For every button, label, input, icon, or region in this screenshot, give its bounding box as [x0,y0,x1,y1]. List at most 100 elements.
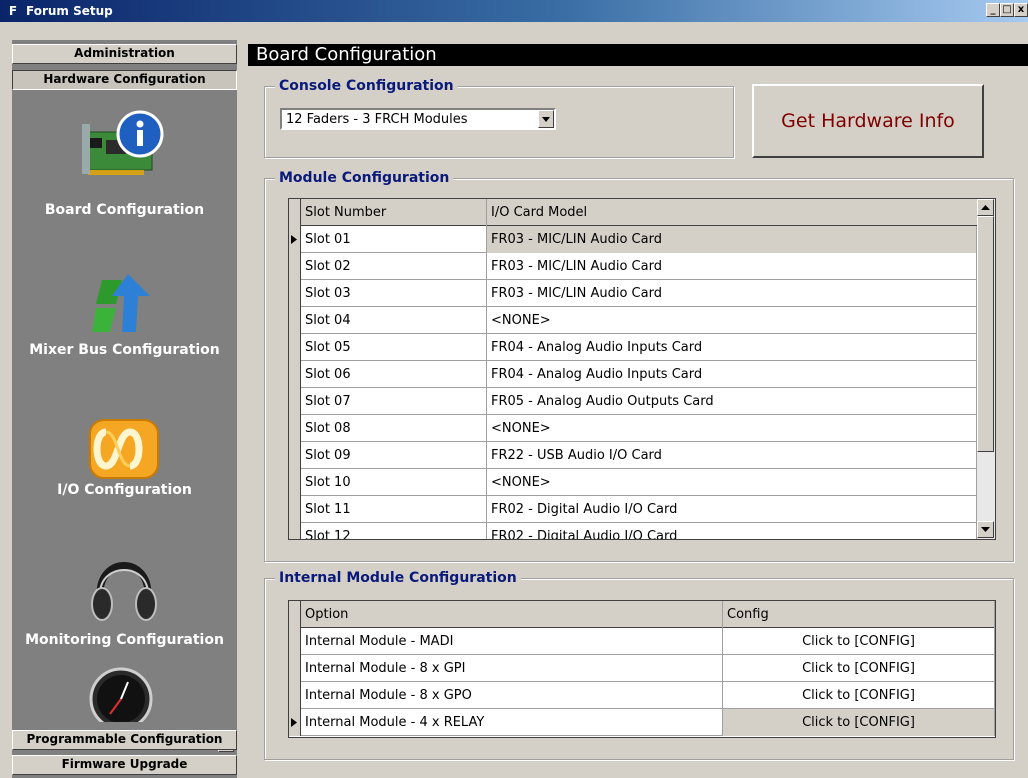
column-header[interactable]: Config [723,601,995,628]
table-row[interactable]: Slot 04 <NONE> [289,307,977,334]
table-row[interactable]: Internal Module - 4 x RELAY Click to [CON… [289,709,995,736]
slot-number-cell[interactable]: Slot 03 [301,280,487,307]
row-selector[interactable] [289,415,301,442]
tab-programmable-configuration[interactable]: Programmable Configuration [12,730,237,750]
option-cell[interactable]: Internal Module - 8 x GPI [301,655,723,682]
console-configuration-select[interactable]: 12 Faders - 3 FRCH Modules [280,108,556,130]
table-row[interactable]: Slot 06 FR04 - Analog Audio Inputs Card [289,361,977,388]
sidebar-item-clock[interactable] [12,664,237,724]
main-panel: Board Configuration Console Configuratio… [248,40,1028,778]
row-selector[interactable] [289,709,301,736]
row-selector[interactable] [289,280,301,307]
sidebar-item-label: Mixer Bus Configuration [29,342,220,358]
slot-number-cell[interactable]: Slot 09 [301,442,487,469]
config-cell[interactable]: Click to [CONFIG] [723,682,995,709]
sidebar-item-label: Monitoring Configuration [25,632,224,648]
tab-firmware-upgrade[interactable]: Firmware Upgrade [12,755,237,775]
row-selector[interactable] [289,655,301,682]
io-card-model-cell[interactable]: FR02 - Digital Audio I/O Card [487,523,977,539]
scroll-down-button[interactable] [977,521,994,538]
column-header[interactable]: I/O Card Model [487,199,979,226]
slot-number-cell[interactable]: Slot 01 [301,226,487,253]
select-arrow-button[interactable] [538,110,554,128]
slot-number-cell[interactable]: Slot 12 [301,523,487,539]
io-card-model-cell[interactable]: <NONE> [487,307,977,334]
row-header-corner [289,601,301,628]
slot-number-cell[interactable]: Slot 08 [301,415,487,442]
row-selector[interactable] [289,496,301,523]
page-title: Board Configuration [248,44,1028,66]
app-icon: F [8,4,18,18]
config-cell[interactable]: Click to [CONFIG] [723,655,995,682]
column-header[interactable]: Slot Number [301,199,487,226]
internal-module-table: Option Config Internal Module - MADI Clic… [288,600,996,738]
board-info-icon [82,110,164,175]
tab-administration[interactable]: Administration [12,44,237,64]
row-selector[interactable] [289,253,301,280]
io-card-model-cell[interactable]: FR02 - Digital Audio I/O Card [487,496,977,523]
column-header[interactable]: Option [301,601,723,628]
window-title: Forum Setup [26,4,113,18]
arrow-up-icon [981,205,990,210]
table-row[interactable]: Slot 11 FR02 - Digital Audio I/O Card [289,496,977,523]
minimize-button[interactable]: _ [986,3,1000,17]
sidebar-item-mixer-bus-configuration[interactable]: Mixer Bus Configuration [12,274,237,374]
option-cell[interactable]: Internal Module - 4 x RELAY [301,709,723,736]
table-row[interactable]: Slot 01 FR03 - MIC/LIN Audio Card [289,226,977,253]
io-card-model-cell[interactable]: FR05 - Analog Audio Outputs Card [487,388,977,415]
io-card-model-cell[interactable]: FR22 - USB Audio I/O Card [487,442,977,469]
sidebar-item-board-configuration[interactable]: Board Configuration [12,106,237,226]
close-button[interactable]: x [1014,3,1028,17]
select-value: 12 Faders - 3 FRCH Modules [286,112,468,127]
table-row[interactable]: Slot 12 FR02 - Digital Audio I/O Card [289,523,977,539]
io-card-model-cell[interactable]: FR03 - MIC/LIN Audio Card [487,280,977,307]
slot-number-cell[interactable]: Slot 05 [301,334,487,361]
row-selector[interactable] [289,226,301,253]
slot-number-cell[interactable]: Slot 04 [301,307,487,334]
config-cell[interactable]: Click to [CONFIG] [723,628,995,655]
option-cell[interactable]: Internal Module - MADI [301,628,723,655]
slot-number-cell[interactable]: Slot 10 [301,469,487,496]
table-row[interactable]: Slot 10 <NONE> [289,469,977,496]
table-row[interactable]: Slot 02 FR03 - MIC/LIN Audio Card [289,253,977,280]
io-card-model-cell[interactable]: <NONE> [487,469,977,496]
scroll-up-button[interactable] [977,199,994,216]
row-selector[interactable] [289,361,301,388]
sidebar-item-monitoring-configuration[interactable]: Monitoring Configuration [12,550,237,650]
io-card-model-cell[interactable]: FR04 - Analog Audio Inputs Card [487,334,977,361]
arrow-down-icon [981,527,990,532]
table-row[interactable]: Slot 05 FR04 - Analog Audio Inputs Card [289,334,977,361]
io-card-model-cell[interactable]: FR04 - Analog Audio Inputs Card [487,361,977,388]
slot-number-cell[interactable]: Slot 07 [301,388,487,415]
config-cell[interactable]: Click to [CONFIG] [723,709,995,736]
row-selector[interactable] [289,334,301,361]
io-card-model-cell[interactable]: <NONE> [487,415,977,442]
row-selector[interactable] [289,628,301,655]
io-card-model-cell[interactable]: FR03 - MIC/LIN Audio Card [487,226,977,253]
sidebar-item-io-configuration[interactable]: I/O Configuration [12,418,237,518]
table-row[interactable]: Slot 08 <NONE> [289,415,977,442]
table-row[interactable]: Slot 07 FR05 - Analog Audio Outputs Card [289,388,977,415]
headphones-icon [91,562,157,621]
maximize-button[interactable]: □ [1000,3,1014,17]
table-row[interactable]: Slot 09 FR22 - USB Audio I/O Card [289,442,977,469]
table-row[interactable]: Internal Module - MADI Click to [CONFIG] [289,628,995,655]
io-card-model-cell[interactable]: FR03 - MIC/LIN Audio Card [487,253,977,280]
option-cell[interactable]: Internal Module - 8 x GPO [301,682,723,709]
scroll-thumb[interactable] [977,216,994,452]
slot-number-cell[interactable]: Slot 02 [301,253,487,280]
row-selector[interactable] [289,442,301,469]
row-selector[interactable] [289,523,301,539]
slot-number-cell[interactable]: Slot 06 [301,361,487,388]
slot-number-cell[interactable]: Slot 11 [301,496,487,523]
tab-hardware-configuration[interactable]: Hardware Configuration [12,70,237,90]
row-selector[interactable] [289,682,301,709]
row-selector[interactable] [289,469,301,496]
table-row[interactable]: Slot 03 FR03 - MIC/LIN Audio Card [289,280,977,307]
table-row[interactable]: Internal Module - 8 x GPI Click to [CONFI… [289,655,995,682]
row-selector[interactable] [289,388,301,415]
row-selector[interactable] [289,307,301,334]
module-table-scrollbar[interactable] [977,199,995,539]
table-row[interactable]: Internal Module - 8 x GPO Click to [CONFI… [289,682,995,709]
get-hardware-info-button[interactable]: Get Hardware Info [752,84,984,158]
